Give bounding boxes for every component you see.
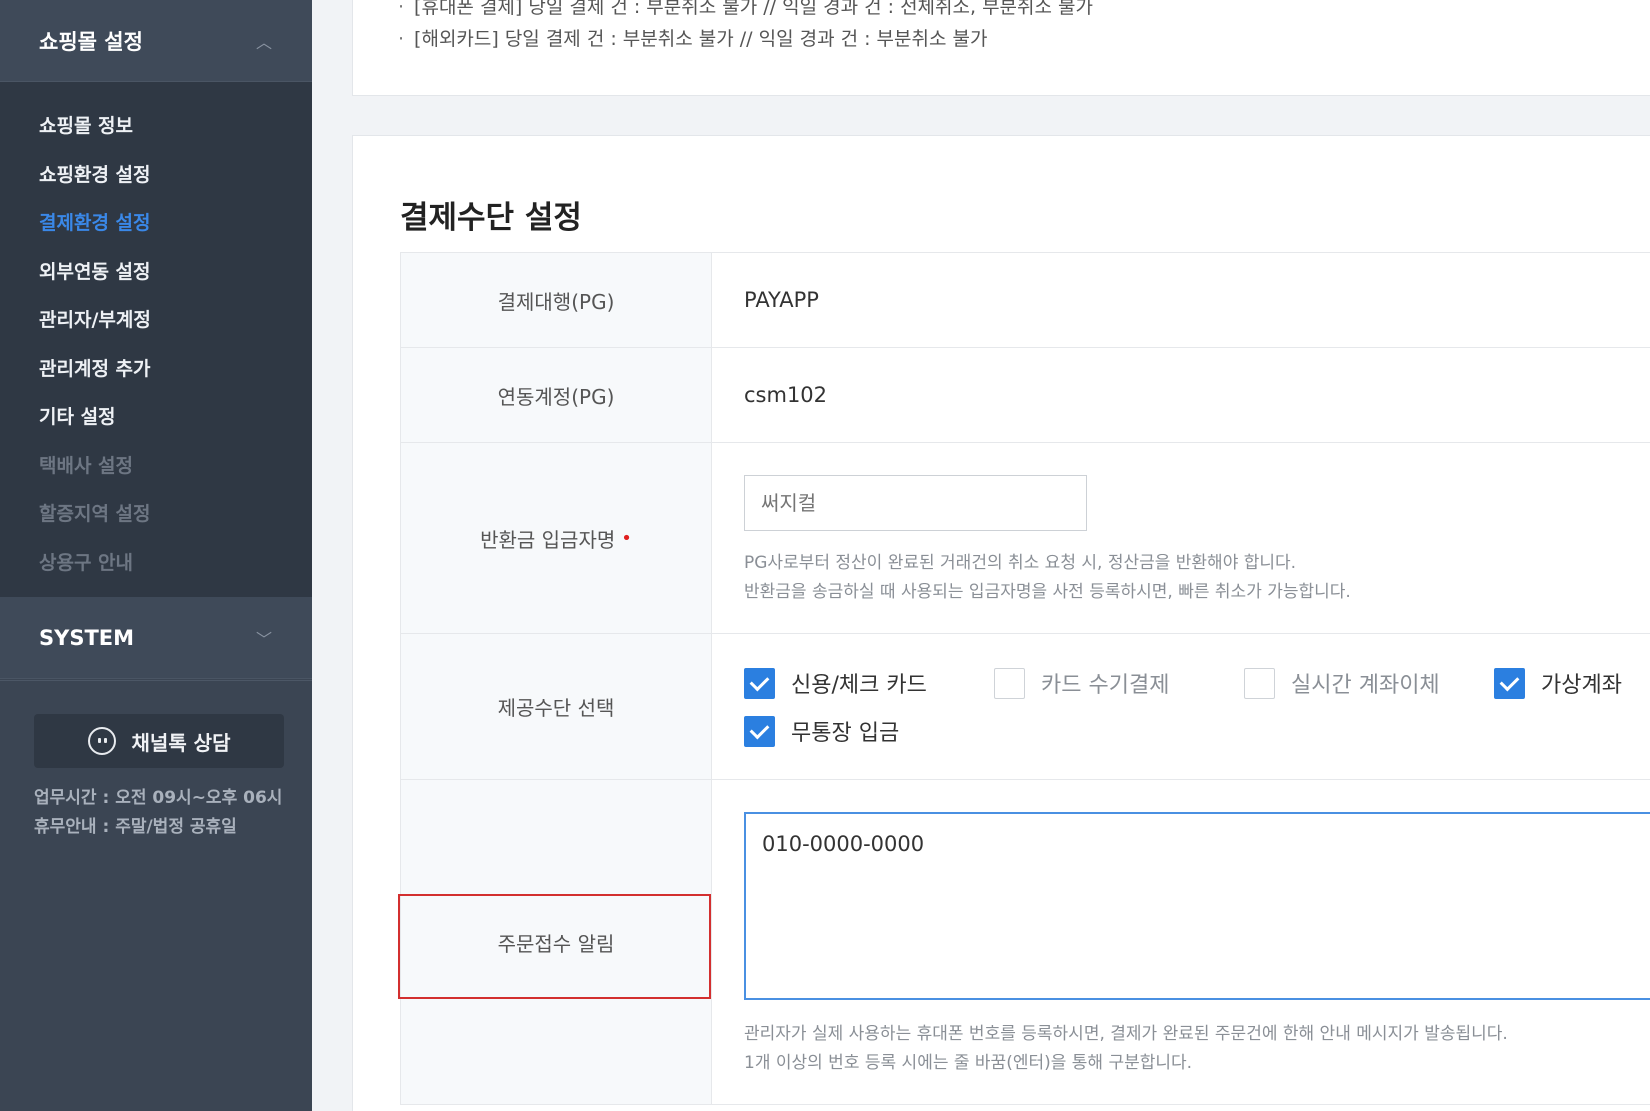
checkbox-checked-icon bbox=[744, 715, 775, 747]
work-hours-text: 업무시간 : 오전 09시~오후 06시 bbox=[34, 788, 283, 808]
sidebar-group-title: 쇼핑몰 설정 bbox=[39, 29, 143, 54]
section-title: 결제수단 설정 bbox=[400, 200, 582, 236]
sidebar-group-shopping-settings[interactable]: 쇼핑몰 설정 ︿ bbox=[0, 0, 312, 82]
checkbox-empty-icon bbox=[1244, 667, 1275, 699]
method-virtual-account-checkbox[interactable]: 가상계좌 bbox=[1494, 667, 1622, 699]
refund-help-text: PG사로부터 정산이 완료된 거래건의 취소 요청 시, 정산금을 반환해야 합… bbox=[744, 553, 1351, 602]
order-alert-phone-textarea[interactable]: 010-0000-0000 bbox=[744, 812, 1650, 1000]
notice-line: · [휴대폰 결제] 당일 결제 건 : 부분취소 불가 // 익일 경과 건 :… bbox=[398, 0, 1093, 18]
method-realtime-transfer-checkbox[interactable]: 실시간 계좌이체 bbox=[1244, 667, 1440, 699]
method-credit-card-checkbox[interactable]: 신용/체크 카드 bbox=[744, 667, 927, 699]
channel-talk-label: 채널톡 상담 bbox=[131, 730, 231, 755]
holiday-text: 휴무안내 : 주말/법정 공휴일 bbox=[34, 817, 237, 837]
divider bbox=[0, 680, 312, 681]
checkbox-empty-icon bbox=[994, 667, 1025, 699]
payment-methods-label: 제공수단 선택 bbox=[400, 634, 712, 779]
notice-line: · [해외카드] 당일 결제 건 : 부분취소 불가 // 익일 경과 건 : 부… bbox=[398, 28, 988, 50]
sidebar-item-etc-settings[interactable]: 기타 설정 bbox=[0, 393, 312, 442]
form-row-payment-methods: 제공수단 선택 신용/체크 카드 카드 수기결제 실시간 계좌이체 가상계좌 무… bbox=[400, 634, 1650, 780]
sidebar-item-admin-sub-account[interactable]: 관리자/부계정 bbox=[0, 296, 312, 345]
chevron-up-icon: ︿ bbox=[255, 32, 272, 52]
method-manual-card-checkbox[interactable]: 카드 수기결제 bbox=[994, 667, 1169, 699]
chat-icon bbox=[87, 727, 116, 755]
form-row-pg: 결제대행(PG) PAYAPP bbox=[400, 253, 1650, 348]
sidebar-group-title: SYSTEM bbox=[39, 625, 135, 650]
business-hours-info: 업무시간 : 오전 09시~오후 06시 휴무안내 : 주말/법정 공휴일 bbox=[34, 784, 282, 842]
sidebar-item-payment-env[interactable]: 결제환경 설정 bbox=[0, 199, 312, 248]
refund-depositor-label: 반환금 입금자명 • bbox=[400, 443, 712, 633]
order-alert-help-text: 관리자가 실제 사용하는 휴대폰 번호를 등록하시면, 결제가 완료된 주문건에… bbox=[744, 1024, 1508, 1073]
sidebar: 쇼핑몰 설정 ︿ 쇼핑몰 정보 쇼핑환경 설정 결제환경 설정 외부연동 설정 … bbox=[0, 0, 312, 1111]
payment-settings-form: 결제대행(PG) PAYAPP 연동계정(PG) csm102 반환금 입금자명… bbox=[400, 252, 1650, 1105]
sidebar-item-shop-info[interactable]: 쇼핑몰 정보 bbox=[0, 102, 312, 151]
sidebar-item-courier[interactable]: 택배사 설정 bbox=[0, 442, 312, 491]
method-bank-deposit-checkbox[interactable]: 무통장 입금 bbox=[744, 715, 899, 747]
sidebar-item-add-admin[interactable]: 관리계정 추가 bbox=[0, 345, 312, 394]
sidebar-item-phrases[interactable]: 상용구 안내 bbox=[0, 539, 312, 588]
account-value: csm102 bbox=[744, 383, 828, 407]
chevron-down-icon: ﹀ bbox=[255, 629, 272, 649]
checkbox-checked-icon bbox=[1494, 667, 1525, 699]
pg-label: 결제대행(PG) bbox=[400, 253, 712, 347]
sidebar-menu: 쇼핑몰 정보 쇼핑환경 설정 결제환경 설정 외부연동 설정 관리자/부계정 관… bbox=[0, 82, 312, 597]
pg-value: PAYAPP bbox=[744, 288, 819, 312]
form-row-order-alert: 주문접수 알림 010-0000-0000 관리자가 실제 사용하는 휴대폰 번… bbox=[400, 780, 1650, 1105]
account-label: 연동계정(PG) bbox=[400, 348, 712, 442]
form-row-account: 연동계정(PG) csm102 bbox=[400, 348, 1650, 443]
form-row-refund-depositor: 반환금 입금자명• PG사로부터 정산이 완료된 거래건의 취소 요청 시, 정… bbox=[400, 443, 1650, 634]
sidebar-item-surcharge-area[interactable]: 할증지역 설정 bbox=[0, 490, 312, 539]
refund-depositor-input[interactable] bbox=[744, 475, 1087, 531]
channel-talk-button[interactable]: 채널톡 상담 bbox=[34, 714, 284, 768]
sidebar-group-system[interactable]: SYSTEM ﹀ bbox=[0, 597, 312, 679]
order-alert-label: 주문접수 알림 bbox=[400, 780, 712, 1104]
sidebar-item-shopping-env[interactable]: 쇼핑환경 설정 bbox=[0, 151, 312, 200]
sidebar-item-external-link[interactable]: 외부연동 설정 bbox=[0, 248, 312, 297]
checkbox-checked-icon bbox=[744, 667, 775, 699]
required-mark: • bbox=[621, 527, 632, 549]
